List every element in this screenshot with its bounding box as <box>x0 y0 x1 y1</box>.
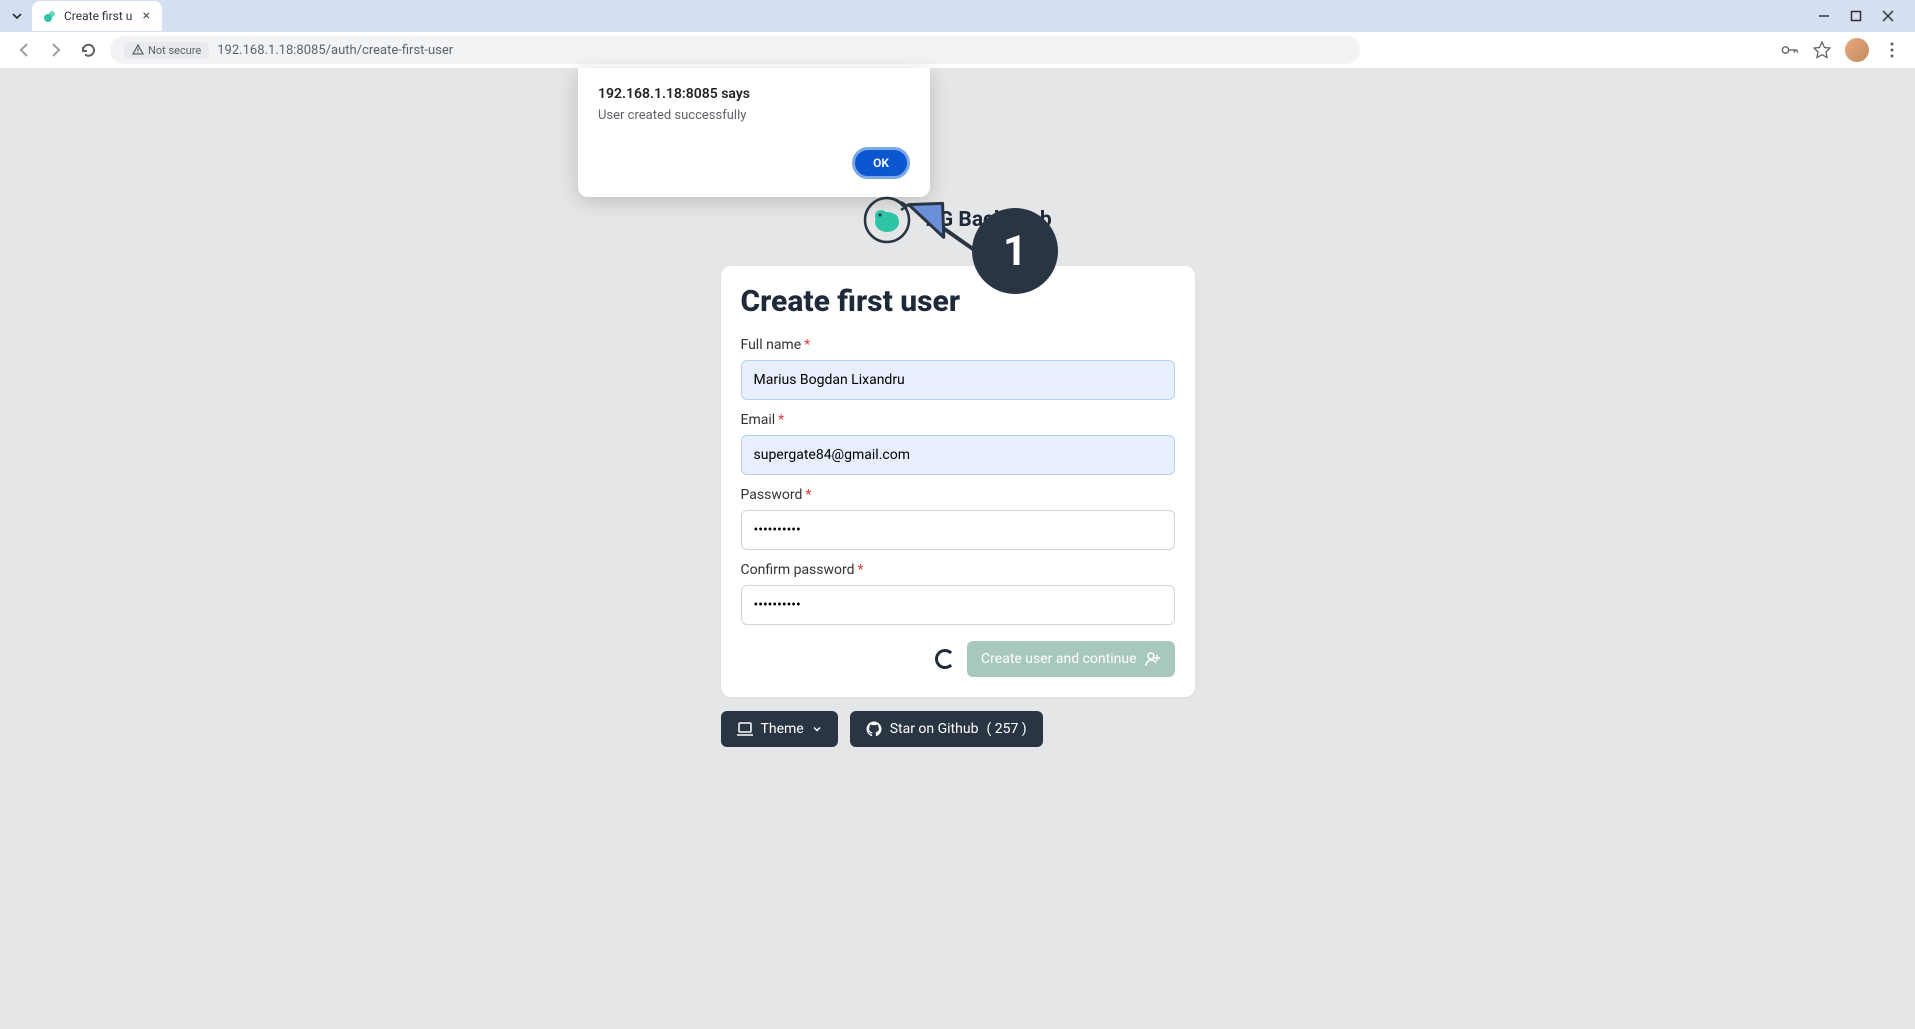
profile-avatar[interactable] <box>1845 38 1869 62</box>
email-input[interactable] <box>741 435 1175 475</box>
required-asterisk: * <box>804 337 810 353</box>
tab-close-icon[interactable]: × <box>138 8 154 24</box>
back-button-icon[interactable] <box>14 40 34 60</box>
create-user-button[interactable]: Create user and continue <box>967 641 1174 677</box>
browser-toolbar: Not secure 192.168.1.18:8085/auth/create… <box>0 32 1915 68</box>
app-header: PG Back Web <box>863 196 1051 244</box>
github-icon <box>866 721 882 737</box>
app-title: PG Back Web <box>925 208 1051 232</box>
bookmark-star-icon[interactable] <box>1813 41 1831 59</box>
confirm-password-label: Confirm password* <box>741 562 1175 578</box>
page-content: 192.168.1.18:8085 says User created succ… <box>0 68 1915 1029</box>
password-label: Password* <box>741 487 1175 503</box>
browser-tab[interactable]: Create first u × <box>32 1 162 31</box>
warning-icon <box>132 44 144 56</box>
confirm-password-input[interactable] <box>741 585 1175 625</box>
forward-button-icon[interactable] <box>46 40 66 60</box>
full-name-label: Full name* <box>741 337 1175 353</box>
minimize-icon[interactable] <box>1817 9 1831 23</box>
github-star-button[interactable]: Star on Github ( 257 ) <box>850 711 1043 747</box>
alert-ok-button[interactable]: OK <box>852 147 910 179</box>
theme-selector-button[interactable]: Theme <box>721 711 838 747</box>
address-bar[interactable]: Not secure 192.168.1.18:8085/auth/create… <box>110 36 1360 64</box>
page-title: Create first user <box>741 284 1175 319</box>
password-input[interactable] <box>741 510 1175 550</box>
alert-origin: 192.168.1.18:8085 says <box>598 86 910 102</box>
password-key-icon[interactable] <box>1781 41 1799 59</box>
browser-tab-strip: Create first u × <box>0 0 1915 32</box>
loading-spinner-icon <box>935 649 955 669</box>
footer-buttons: Theme Star on Github ( 257 ) <box>721 711 1195 747</box>
email-label: Email* <box>741 412 1175 428</box>
more-menu-icon[interactable] <box>1883 41 1901 59</box>
alert-message: User created successfully <box>598 108 910 123</box>
security-label: Not secure <box>148 44 201 57</box>
security-badge[interactable]: Not secure <box>124 42 209 59</box>
required-asterisk: * <box>778 412 784 428</box>
js-alert-dialog: 192.168.1.18:8085 says User created succ… <box>578 68 930 197</box>
full-name-input[interactable] <box>741 360 1175 400</box>
window-controls <box>1817 9 1907 23</box>
required-asterisk: * <box>805 487 811 503</box>
app-logo-icon <box>863 196 911 244</box>
close-window-icon[interactable] <box>1881 9 1895 23</box>
laptop-icon <box>737 722 753 736</box>
reload-button-icon[interactable] <box>78 40 98 60</box>
tab-title: Create first u <box>64 9 132 23</box>
tab-favicon-icon <box>42 8 58 24</box>
user-plus-icon <box>1145 651 1161 667</box>
create-user-card: Create first user Full name* Email* Pass… <box>721 266 1195 697</box>
chevron-down-icon <box>812 724 822 734</box>
tab-search-dropdown-icon[interactable] <box>8 7 26 25</box>
maximize-icon[interactable] <box>1849 9 1863 23</box>
required-asterisk: * <box>858 562 864 578</box>
url-text: 192.168.1.18:8085/auth/create-first-user <box>217 43 453 58</box>
